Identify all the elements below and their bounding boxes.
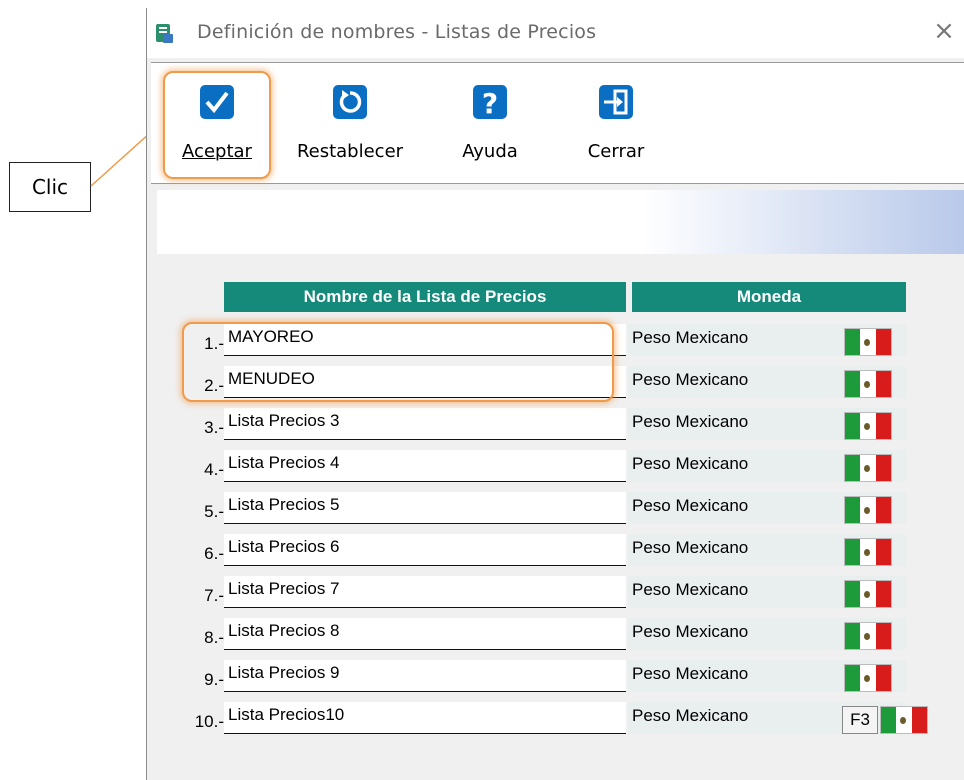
row-number: 8.- — [204, 628, 224, 647]
row-number: 10.- — [194, 712, 224, 731]
toolbar: Aceptar Restablecer ? Ayuda Cerrar — [151, 62, 964, 184]
price-list-name-field[interactable]: Lista Precios 9 — [224, 660, 626, 692]
currency-label: Peso Mexicano — [632, 538, 749, 557]
col-header-name: Nombre de la Lista de Precios — [224, 282, 626, 312]
row-number: 7.- — [204, 586, 224, 605]
currency-label: Peso Mexicano — [632, 412, 749, 431]
reset-icon — [333, 85, 367, 119]
currency-label: Peso Mexicano — [632, 454, 749, 473]
mexico-flag-icon[interactable] — [844, 622, 892, 650]
help-icon: ? — [473, 85, 507, 119]
window-title: Definición de nombres - Listas de Precio… — [197, 21, 597, 43]
currency-label: Peso Mexicano — [632, 706, 749, 725]
mexico-flag-icon[interactable] — [844, 496, 892, 524]
price-list-name-field[interactable]: Lista Precios 3 — [224, 408, 626, 440]
price-list-name-field[interactable]: Lista Precios 8 — [224, 618, 626, 650]
currency-label: Peso Mexicano — [632, 622, 749, 641]
cerrar-label: Cerrar — [587, 141, 645, 162]
price-list-name-field[interactable]: MENUDEO — [224, 366, 626, 398]
mexico-flag-icon[interactable] — [880, 706, 928, 734]
row-number: 2.- — [204, 376, 224, 395]
exit-door-icon — [599, 85, 633, 119]
mexico-flag-icon[interactable] — [844, 328, 892, 356]
row-number: 4.- — [204, 460, 224, 479]
row-number: 9.- — [204, 670, 224, 689]
price-list-name-field[interactable]: Lista Precios 4 — [224, 450, 626, 482]
mexico-flag-icon[interactable] — [844, 412, 892, 440]
title-bar: Definición de nombres - Listas de Precio… — [147, 8, 964, 58]
price-list-name-field[interactable]: Lista Precios10 — [224, 702, 626, 734]
row-number: 6.- — [204, 544, 224, 563]
row-number: 3.- — [204, 418, 224, 437]
f3-button[interactable]: F3 — [842, 706, 878, 734]
row-number: 5.- — [204, 502, 224, 521]
price-list-name-field[interactable]: MAYOREO — [224, 324, 626, 356]
aceptar-button[interactable]: Aceptar — [167, 73, 267, 177]
restablecer-button[interactable]: Restablecer — [285, 73, 415, 177]
aceptar-label: Aceptar — [182, 141, 252, 162]
ayuda-label: Ayuda — [462, 141, 518, 162]
svg-text:?: ? — [482, 87, 498, 119]
app-icon — [156, 24, 173, 43]
price-list-name-field[interactable]: Lista Precios 6 — [224, 534, 626, 566]
currency-label: Peso Mexicano — [632, 370, 749, 389]
col-header-currency: Moneda — [632, 282, 906, 312]
ayuda-button[interactable]: ? Ayuda — [445, 73, 535, 177]
annotation-callout-text: Clic — [31, 175, 69, 199]
header-band — [157, 190, 964, 254]
mexico-flag-icon[interactable] — [844, 454, 892, 482]
checkmark-icon — [200, 85, 234, 119]
currency-label: Peso Mexicano — [632, 664, 749, 683]
cerrar-button[interactable]: Cerrar — [571, 73, 661, 177]
price-list-name-field[interactable]: Lista Precios 7 — [224, 576, 626, 608]
close-window-button[interactable]: × — [931, 18, 957, 44]
mexico-flag-icon[interactable] — [844, 664, 892, 692]
mexico-flag-icon[interactable] — [844, 370, 892, 398]
restablecer-label: Restablecer — [296, 141, 404, 162]
currency-label: Peso Mexicano — [632, 328, 749, 347]
currency-label: Peso Mexicano — [632, 580, 749, 599]
annotation-callout: Clic — [9, 162, 91, 212]
price-list-name-field[interactable]: Lista Precios 5 — [224, 492, 626, 524]
mexico-flag-icon[interactable] — [844, 580, 892, 608]
mexico-flag-icon[interactable] — [844, 538, 892, 566]
currency-label: Peso Mexicano — [632, 496, 749, 515]
row-number: 1.- — [204, 334, 224, 353]
